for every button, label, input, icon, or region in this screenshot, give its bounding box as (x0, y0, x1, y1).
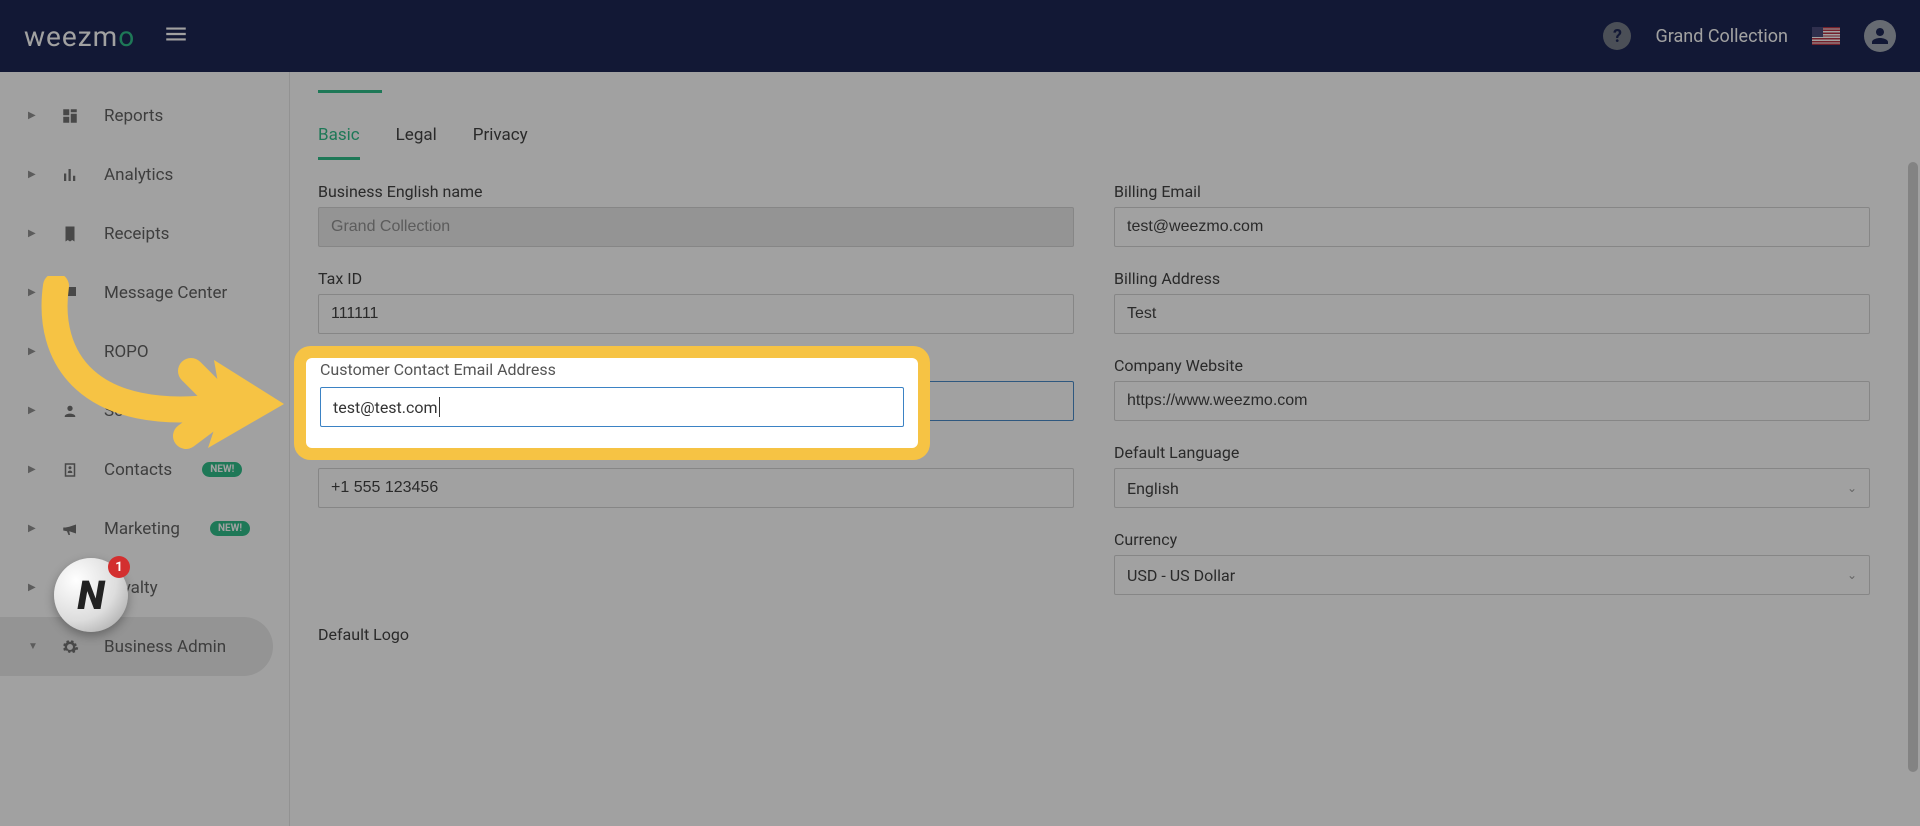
chevron-right-icon: ▶ (28, 169, 36, 180)
sidebar-label: Reports (104, 106, 163, 126)
bar-chart-icon (60, 166, 80, 184)
sidebar-label: Marketing (104, 519, 180, 539)
sidebar-item-loyalty[interactable]: ▶ Loyalty (0, 558, 289, 617)
collection-name[interactable]: Grand Collection (1655, 26, 1788, 47)
input-business-name (318, 207, 1074, 247)
megaphone-icon (60, 520, 80, 538)
label-billing-email: Billing Email (1114, 182, 1870, 201)
notification-count-badge: 1 (108, 556, 130, 578)
label-contact-email: Customer Contact Email Address (318, 356, 1074, 375)
input-contact-phone[interactable] (318, 468, 1074, 508)
sidebar-item-reports[interactable]: ▶ Reports (0, 86, 289, 145)
chevron-right-icon: ▶ (28, 582, 36, 593)
field-contact-email: Customer Contact Email Address (318, 356, 1074, 421)
label-company-website: Company Website (1114, 356, 1870, 375)
field-billing-email: Billing Email (1114, 182, 1870, 247)
sidebar-item-marketing[interactable]: ▶ Marketing NEW! (0, 499, 289, 558)
field-default-language: Default Language English ⌄ (1114, 443, 1870, 508)
select-currency[interactable]: USD - US Dollar ⌄ (1114, 555, 1870, 595)
main-content: Basic Legal Privacy Business English nam… (290, 72, 1920, 826)
sidebar-item-contacts[interactable]: ▶ Contacts NEW! (0, 440, 289, 499)
select-default-language[interactable]: English ⌄ (1114, 468, 1870, 508)
sidebar-label: Analytics (104, 165, 173, 185)
sidebar-item-social[interactable]: ▶ Social (0, 381, 289, 440)
input-tax-id[interactable] (318, 294, 1074, 334)
field-contact-phone: Customer Contact Phone (318, 443, 1074, 508)
label-default-logo: Default Logo (318, 625, 409, 644)
field-currency: Currency USD - US Dollar ⌄ (1114, 530, 1870, 595)
section-indicator (318, 90, 382, 93)
new-badge: NEW! (210, 521, 250, 536)
gear-icon (60, 638, 80, 656)
contact-icon (60, 461, 80, 479)
label-business-name: Business English name (318, 182, 1074, 201)
brand-logo: weezmo (24, 20, 135, 53)
scrollbar[interactable] (1908, 162, 1918, 772)
input-billing-email[interactable] (1114, 207, 1870, 247)
receipt-icon (60, 225, 80, 243)
label-currency: Currency (1114, 530, 1870, 549)
chevron-down-icon: ⌄ (1847, 481, 1857, 495)
hamburger-icon (163, 21, 189, 47)
tab-basic[interactable]: Basic (318, 125, 360, 160)
chevron-right-icon: ▶ (28, 287, 36, 298)
topbar-right: ? Grand Collection (1603, 20, 1896, 52)
label-default-language: Default Language (1114, 443, 1870, 462)
top-bar: weezmo ? Grand Collection (0, 0, 1920, 72)
new-badge: NEW! (202, 462, 242, 477)
sidebar-label: Message Center (104, 283, 227, 303)
dashboard-icon (60, 107, 80, 125)
label-contact-phone: Customer Contact Phone (318, 443, 1074, 462)
label-billing-address: Billing Address (1114, 269, 1870, 288)
field-company-website: Company Website (1114, 356, 1870, 421)
ropo-icon (60, 343, 80, 361)
field-business-name: Business English name (318, 182, 1074, 247)
input-contact-email[interactable] (318, 381, 1074, 421)
brand-text: weezm (24, 20, 118, 53)
sidebar-label: Social (104, 401, 150, 421)
chevron-down-icon: ▼ (28, 641, 36, 652)
sidebar: ▶ Reports ▶ Analytics ▶ Receipts ▶ Messa… (0, 72, 290, 826)
sidebar-item-business-admin[interactable]: ▼ Business Admin (0, 617, 273, 676)
menu-toggle-button[interactable] (163, 21, 189, 51)
input-billing-address[interactable] (1114, 294, 1870, 334)
sidebar-label: ROPO (104, 342, 149, 362)
chevron-right-icon: ▶ (28, 346, 36, 357)
people-icon (60, 402, 80, 420)
notification-widget[interactable]: N 1 (54, 558, 128, 632)
select-value: USD - US Dollar (1127, 566, 1235, 585)
chevron-right-icon: ▶ (28, 405, 36, 416)
sidebar-label: Receipts (104, 224, 169, 244)
chevron-right-icon: ▶ (28, 110, 36, 121)
chevron-right-icon: ▶ (28, 523, 36, 534)
sub-tabs: Basic Legal Privacy (318, 125, 1870, 160)
sidebar-label: Business Admin (104, 637, 226, 657)
sidebar-label: Contacts (104, 460, 172, 480)
brand-accent: o (118, 20, 135, 53)
input-company-website[interactable] (1114, 381, 1870, 421)
sidebar-item-message-center[interactable]: ▶ Message Center (0, 263, 289, 322)
tab-privacy[interactable]: Privacy (473, 125, 528, 160)
label-tax-id: Tax ID (318, 269, 1074, 288)
sidebar-item-analytics[interactable]: ▶ Analytics (0, 145, 289, 204)
field-tax-id: Tax ID (318, 269, 1074, 334)
user-avatar-icon[interactable] (1864, 20, 1896, 52)
help-icon[interactable]: ? (1603, 22, 1631, 50)
field-default-logo: Default Logo (318, 625, 1870, 644)
form-grid: Business English name Billing Email Tax … (318, 182, 1870, 595)
tab-legal[interactable]: Legal (396, 125, 437, 160)
select-value: English (1127, 479, 1179, 498)
field-billing-address: Billing Address (1114, 269, 1870, 334)
flag-icon[interactable] (1812, 27, 1840, 45)
chevron-right-icon: ▶ (28, 464, 36, 475)
chat-icon (60, 284, 80, 302)
chevron-right-icon: ▶ (28, 228, 36, 239)
sidebar-item-receipts[interactable]: ▶ Receipts (0, 204, 289, 263)
sidebar-item-ropo[interactable]: ▶ ROPO (0, 322, 289, 381)
notification-letter: N (77, 572, 104, 619)
chevron-down-icon: ⌄ (1847, 568, 1857, 582)
